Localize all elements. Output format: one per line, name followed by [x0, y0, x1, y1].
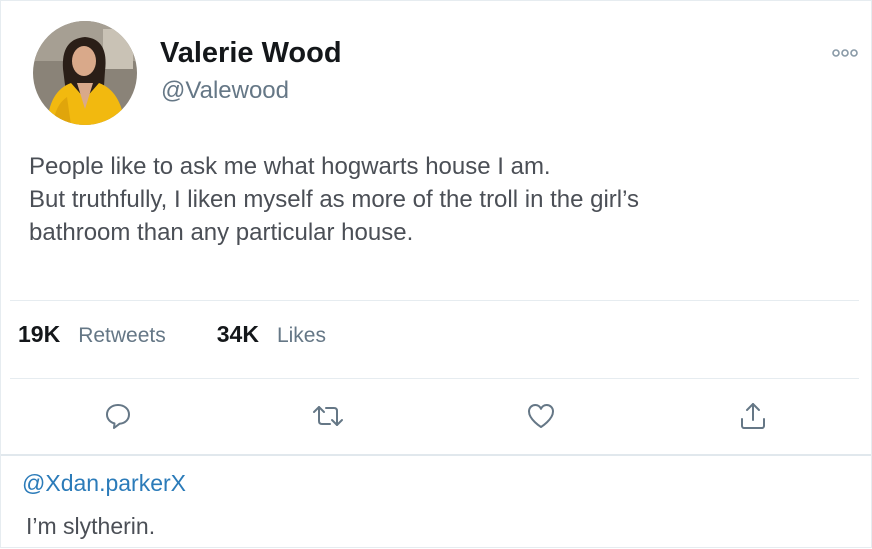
- likes-count: 34K: [216, 321, 259, 347]
- likes-label: Likes: [276, 324, 326, 347]
- likes-stat[interactable]: 34K Likes: [217, 321, 326, 348]
- share-icon: [741, 403, 765, 429]
- reply-author-handle[interactable]: @Xdan.parkerX: [22, 470, 186, 497]
- avatar[interactable]: [33, 21, 137, 125]
- retweet-icon: [313, 406, 343, 426]
- reply-section: @Xdan.parkerX I’m slytherin.: [1, 454, 871, 549]
- author-handle[interactable]: @Valewood: [161, 77, 289, 105]
- stats-divider-bottom: [10, 378, 859, 379]
- retweets-count: 19K: [18, 321, 61, 347]
- share-button[interactable]: [736, 399, 770, 433]
- like-button[interactable]: [524, 399, 558, 433]
- tweet-text-line: People like to ask me what hogwarts hous…: [29, 153, 551, 180]
- tweet-card: Valerie Wood @Valewood People like to as…: [0, 0, 872, 548]
- heart-icon: [528, 404, 554, 428]
- tweet-text: People like to ask me what hogwarts hous…: [29, 150, 829, 249]
- reply-text: I’m slytherin.: [26, 513, 156, 539]
- tweet-text-line: bathroom than any particular house.: [29, 219, 414, 246]
- stats-divider-top: [10, 300, 859, 301]
- reply-icon: [106, 404, 130, 429]
- retweet-button[interactable]: [311, 399, 345, 433]
- author-display-name[interactable]: Valerie Wood: [160, 37, 342, 70]
- tweet-stats: 19K Retweets 34K Likes: [18, 321, 326, 355]
- more-options-button[interactable]: [831, 45, 859, 61]
- retweets-stat[interactable]: 19K Retweets: [18, 321, 166, 348]
- more-dots-icon: [832, 49, 858, 57]
- retweets-label: Retweets: [78, 324, 166, 347]
- tweet-text-line: But truthfully, I liken myself as more o…: [29, 186, 640, 213]
- reply-button[interactable]: [101, 399, 135, 433]
- avatar-image: [33, 21, 137, 125]
